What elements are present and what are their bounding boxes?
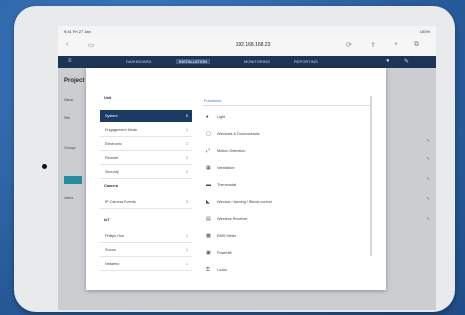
category-count: 2 [185,156,188,160]
motion-icon: ⤢ [206,148,211,154]
category-label: Sonos [105,248,116,252]
tabs-icon[interactable]: ⧉ [414,41,419,49]
category-label: Philips Hue [105,234,125,238]
section-title-camera: Camera [104,184,118,188]
function-item[interactable]: ▢ Windows & Doorcontacts [206,131,259,141]
function-label: Thermostat [217,183,237,187]
app-navigation: ≡ DASHBOARD INSTALLATION MONITORING REPO… [58,56,436,68]
function-label: Light [217,115,226,119]
status-time: 9:41 Fri 27 Jan [64,29,91,34]
tab-dashboard[interactable]: DASHBOARD [126,59,151,64]
category-system[interactable]: System 6 [100,110,192,122]
user-icon[interactable]: ● [386,58,390,64]
function-item[interactable]: ⚿ Locks [206,267,227,277]
book-icon[interactable]: ▭ [88,41,95,49]
category-label: Engagement Mode [105,128,138,132]
function-label: RMS Meter [217,234,237,238]
functions-scrollbar[interactable] [370,96,372,256]
category-sonos[interactable]: Sonos 1 [100,244,192,257]
url-field[interactable]: 192.168.168.23 [208,42,298,48]
add-function-modal: Unit System 6 Engagement Mode 1 Electron… [86,68,386,290]
category-label: Security [105,170,119,174]
light-icon: ♦ [206,114,209,120]
function-item[interactable]: ◣ Window / Awning / Blinds control [206,199,272,209]
status-battery: 100% [419,29,430,34]
tab-reporting[interactable]: REPORTING [294,59,318,64]
category-philips-hue[interactable]: Philips Hue 1 [100,230,192,243]
thermostat-icon: ▬ [206,182,211,188]
category-label: Remote [105,156,119,160]
ventilation-icon: ▦ [206,165,211,171]
functions-divider [202,105,370,106]
category-engagement-mode[interactable]: Engagement Mode 1 [100,124,192,137]
function-label: Wireless Receiver [217,217,248,221]
window-icon: ▢ [206,131,211,137]
category-label: System [105,114,118,118]
category-count: 3 [185,200,188,204]
function-item[interactable]: ▩ RMS Meter [206,233,236,243]
browser-address-bar: ‹ ▭ 192.168.168.23 ⟳ ⇪ + ⧉ [58,36,436,57]
category-count: 2 [185,142,188,146]
category-security[interactable]: Security 2 [100,166,192,179]
keypad-icon: ▩ [206,233,211,239]
back-icon[interactable]: ‹ [66,41,68,48]
functions-header: Functions [204,98,222,103]
category-count: 1 [185,248,188,252]
section-title-iot: IoT [104,218,110,222]
category-label: Electronic [105,142,122,146]
section-title-unit: Unit [104,96,112,100]
front-camera [42,164,47,169]
category-electronic[interactable]: Electronic 2 [100,138,192,151]
function-label: Window / Awning / Blinds control [217,200,272,204]
function-item[interactable]: ▬ Thermostat [206,182,236,192]
function-label: Ventilation [217,166,235,170]
function-item[interactable]: ▤ Wireless Receiver [206,216,248,226]
category-label: Netatmo [105,262,120,266]
category-count: 6 [185,114,188,118]
status-bar: 9:41 Fri 27 Jan 100% [58,26,436,36]
tab-monitoring[interactable]: MONITORING [244,59,270,64]
function-label: Locks [217,268,227,272]
function-item[interactable]: ♦ Light [206,114,225,124]
add-tab-icon[interactable]: + [394,41,398,48]
category-count: 1 [185,234,188,238]
socket-icon: ▣ [206,250,211,256]
category-count: 2 [185,170,188,174]
category-ip-camera-events[interactable]: IP Camera Events 3 [100,196,192,209]
category-netatmo[interactable]: Netatmo 1 [100,258,192,271]
function-item[interactable]: ▣ Powerlift [206,250,232,260]
function-label: Windows & Doorcontacts [217,132,260,136]
function-item[interactable]: ⤢ Motion Detection [206,148,246,158]
share-icon[interactable]: ⇪ [370,41,376,49]
category-count: 1 [185,262,188,266]
menu-icon[interactable]: ≡ [68,58,72,64]
category-remote[interactable]: Remote 2 [100,152,192,165]
reload-icon[interactable]: ⟳ [346,41,352,49]
settings-icon[interactable]: ✎ [404,58,409,65]
category-count: 1 [185,128,188,132]
category-label: IP Camera Events [105,200,136,204]
wireless-relay-icon: ▤ [206,216,211,222]
function-label: Powerlift [217,251,232,255]
window-blinds-icon: ◣ [206,199,210,205]
function-label: Motion Detection [217,149,246,153]
tab-installation[interactable]: INSTALLATION [176,59,210,64]
lock-icon: ⚿ [206,267,210,273]
function-item[interactable]: ▦ Ventilation [206,165,235,175]
